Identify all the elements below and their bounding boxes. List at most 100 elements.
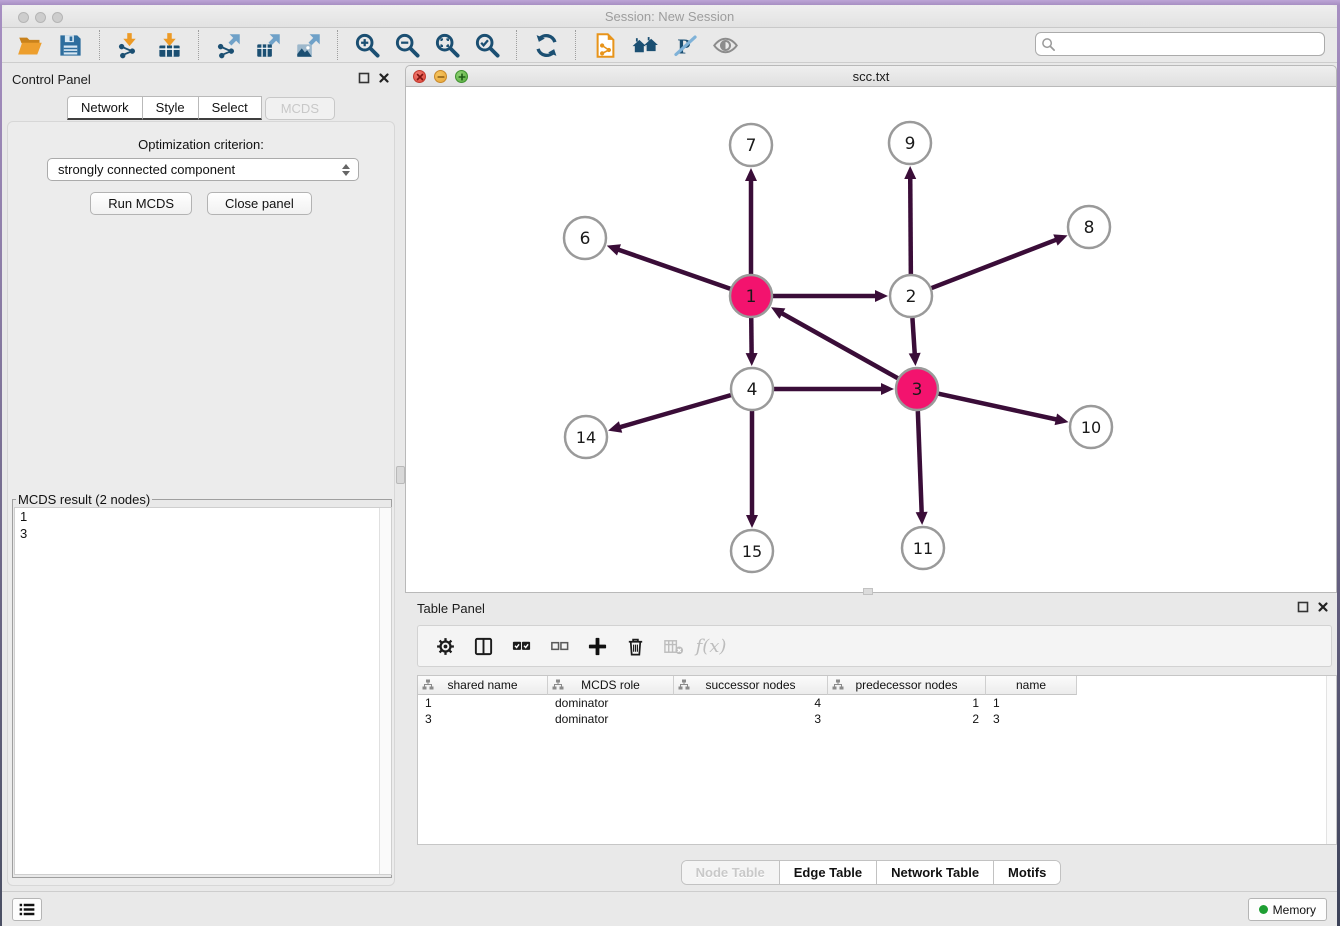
graph-node-9[interactable]: 9 [889,122,931,164]
graph-node-7[interactable]: 7 [730,124,772,166]
function-builder-icon: f(x) [696,631,726,661]
mcds-result-line: 1 [15,508,391,525]
import-table-icon[interactable] [149,30,189,61]
import-network-icon[interactable] [109,30,149,61]
close-panel-button[interactable]: Close panel [207,192,312,215]
column-header-label: shared name [418,678,547,692]
graph-edge-4-15[interactable] [746,411,758,528]
mcds-result-textarea[interactable]: 13 [14,507,392,875]
svg-text:1: 1 [746,287,757,307]
graph-node-3[interactable]: 3 [896,368,938,410]
graph-edge-1-2[interactable] [773,290,888,302]
optimization-criterion-label: Optimization criterion: [8,137,394,152]
home-icon[interactable] [625,30,665,61]
graph-edge-1-6[interactable] [607,244,731,289]
tab-edge-table[interactable]: Edge Table [779,861,876,884]
node-table: shared nameMCDS rolesuccessor nodesprede… [417,675,1337,845]
toolbar-separator [99,30,100,60]
float-table-panel-icon[interactable] [1297,601,1309,613]
graph-node-8[interactable]: 8 [1068,206,1110,248]
hierarchy-sort-icon [678,679,690,691]
hide-details-icon[interactable]: P [665,30,705,61]
export-image-icon[interactable] [288,30,328,61]
export-network-icon[interactable] [208,30,248,61]
table-cell: 2 [828,711,986,727]
zoom-fit-icon[interactable] [427,30,467,61]
svg-text:15: 15 [742,542,762,561]
hierarchy-sort-icon [552,679,564,691]
search-input[interactable] [1060,34,1318,54]
refresh-icon[interactable] [526,30,566,61]
graph-node-6[interactable]: 6 [564,217,606,259]
table-row[interactable]: 3dominator323 [418,711,1336,727]
table-row[interactable]: 1dominator411 [418,695,1336,711]
delete-row-icon[interactable] [620,631,650,661]
optimization-criterion-select[interactable]: strongly connected component [47,158,359,181]
graph-node-15[interactable]: 15 [731,530,773,572]
table-cell: 4 [674,695,828,711]
network-view-window: scc.txt 7968124314101511 [405,65,1337,597]
save-icon[interactable] [50,30,90,61]
destroy-table-icon [658,631,688,661]
graph-edge-2-3[interactable] [909,318,921,366]
column-header-shared-name[interactable]: shared name [418,676,548,695]
graph-node-11[interactable]: 11 [902,527,944,569]
table-panel: Table Panel f(x) shared nameMCDS rolesuc… [405,597,1337,890]
tab-motifs[interactable]: Motifs [993,861,1060,884]
mcds-result-fieldset: MCDS result (2 nodes) 13 [12,492,392,878]
hierarchy-sort-icon [422,679,434,691]
zoom-selected-icon[interactable] [467,30,507,61]
close-panel-icon[interactable] [378,72,390,84]
deselect-all-icon[interactable] [544,631,574,661]
control-panel-title: Control Panel [12,72,91,87]
graph-node-1[interactable]: 1 [730,275,772,317]
graph-node-4[interactable]: 4 [731,368,773,410]
mcds-result-scrollbar[interactable] [379,508,391,874]
graph-edge-2-8[interactable] [932,234,1068,288]
main-toolbar-groups: P [10,30,745,61]
column-header-successor-nodes[interactable]: successor nodes [674,676,828,695]
graph-edge-1-4[interactable] [746,318,758,366]
graph-edge-3-1[interactable] [771,307,898,378]
graph-edge-4-14[interactable] [608,395,731,433]
tab-node-table[interactable]: Node Table [682,861,779,884]
network-canvas[interactable]: 7 9 6 8 1 2 4 3 14 10 15 11 [405,87,1337,593]
export-table-icon[interactable] [248,30,288,61]
run-mcds-button[interactable]: Run MCDS [90,192,192,215]
graph-edge-4-3[interactable] [774,383,894,395]
column-header-name[interactable]: name [986,676,1077,695]
graph-edge-1-7[interactable] [745,168,757,274]
horizontal-splitter-grip[interactable] [863,588,873,595]
graph-edge-3-10[interactable] [938,394,1068,425]
network-file-icon[interactable] [585,30,625,61]
columns-icon[interactable] [468,631,498,661]
table-cell: 1 [418,695,548,711]
tab-style[interactable]: Style [143,96,199,120]
select-all-icon[interactable] [506,631,536,661]
vertical-splitter-grip[interactable] [396,466,405,484]
column-header-MCDS-role[interactable]: MCDS role [548,676,674,695]
graph-node-10[interactable]: 10 [1070,406,1112,448]
memory-button[interactable]: Memory [1248,898,1327,921]
graph-node-14[interactable]: 14 [565,416,607,458]
zoom-in-icon[interactable] [347,30,387,61]
search-icon [1041,37,1056,52]
graph-node-2[interactable]: 2 [890,275,932,317]
graph-edge-3-11[interactable] [916,411,928,525]
float-panel-icon[interactable] [358,72,370,84]
mcds-result-title: MCDS result (2 nodes) [16,492,152,507]
tab-select[interactable]: Select [199,96,262,120]
graph-edge-2-9[interactable] [904,166,916,274]
zoom-out-icon[interactable] [387,30,427,61]
add-row-icon[interactable] [582,631,612,661]
settings-icon[interactable] [430,631,460,661]
tab-network[interactable]: Network [67,96,143,120]
task-history-button[interactable] [12,898,42,921]
column-header-predecessor-nodes[interactable]: predecessor nodes [828,676,986,695]
close-table-panel-icon[interactable] [1317,601,1329,613]
table-scrollbar[interactable] [1326,676,1336,844]
open-folder-icon[interactable] [10,30,50,61]
tab-network-table[interactable]: Network Table [876,861,993,884]
tab-mcds[interactable]: MCDS [265,97,335,120]
eye-icon[interactable] [705,30,745,61]
